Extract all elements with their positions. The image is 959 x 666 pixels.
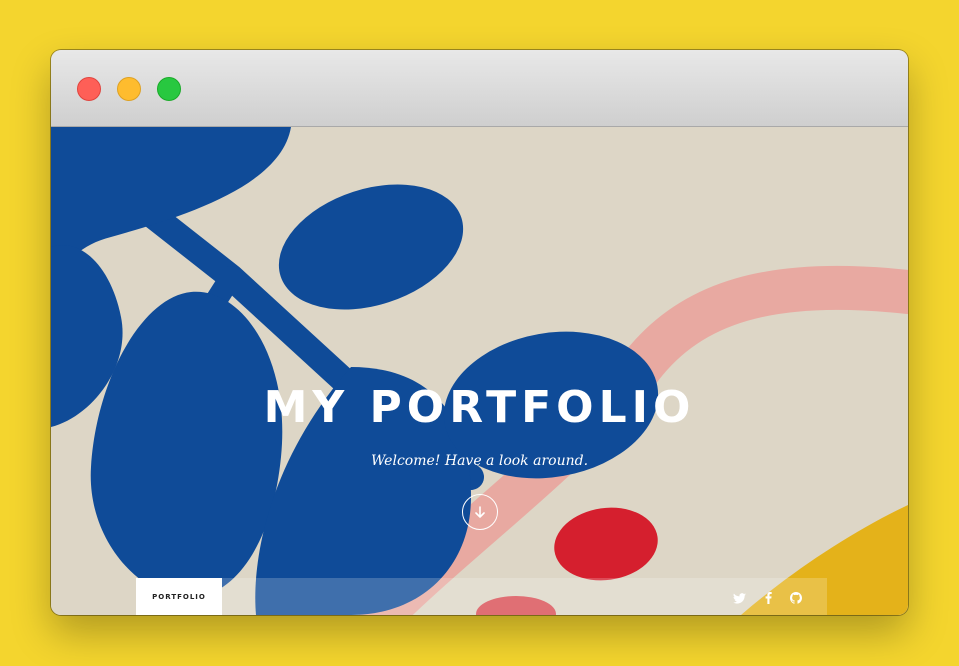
browser-window: MY PORTFOLIO Welcome! Have a look around… (51, 50, 908, 615)
github-icon (790, 592, 802, 604)
zoom-button[interactable] (157, 77, 181, 101)
twitter-icon (732, 592, 746, 604)
hero-subtitle: Welcome! Have a look around. (370, 453, 589, 469)
facebook-icon (765, 592, 772, 604)
minimize-button[interactable] (117, 77, 141, 101)
nav-brand-link[interactable]: PORTFOLIO (136, 578, 222, 615)
scroll-down-button[interactable] (462, 494, 498, 530)
arrow-down-icon (475, 506, 485, 518)
hero-title: MY PORTFOLIO (263, 382, 696, 433)
hero-artwork (51, 127, 908, 615)
github-link[interactable] (789, 591, 803, 605)
page-content: MY PORTFOLIO Welcome! Have a look around… (51, 127, 908, 615)
close-button[interactable] (77, 77, 101, 101)
navbar: PORTFOLIO (136, 578, 827, 615)
title-bar (51, 50, 908, 127)
facebook-link[interactable] (761, 591, 775, 605)
twitter-link[interactable] (732, 591, 746, 605)
